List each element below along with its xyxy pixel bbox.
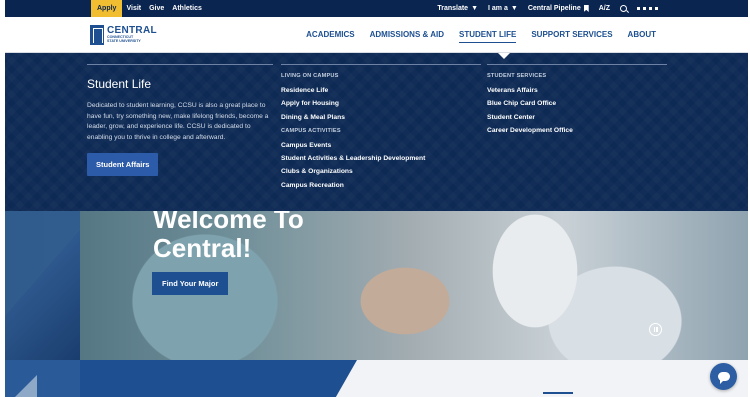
section-decor: [15, 375, 37, 397]
bookmark-icon: [583, 5, 589, 12]
translate-label: Translate: [437, 5, 469, 12]
caret-down-icon: ▼: [471, 5, 479, 12]
i-am-a-label: I am a: [488, 5, 508, 12]
give-link[interactable]: Give: [145, 0, 168, 17]
blue-chip-card-link[interactable]: Blue Chip Card Office: [487, 97, 573, 110]
mega-title: Student Life: [87, 77, 152, 91]
i-am-a-dropdown[interactable]: I am a ▼: [488, 5, 518, 12]
student-activities-link[interactable]: Student Activities & Leadership Developm…: [281, 152, 425, 165]
find-your-major-button[interactable]: Find Your Major: [152, 272, 229, 295]
logo-mark-icon: [90, 25, 104, 45]
mega-description: Dedicated to student learning, CCSU is a…: [87, 102, 269, 141]
clubs-organizations-link[interactable]: Clubs & Organizations: [281, 165, 425, 178]
campus-activities-heading: CAMPUS ACTIVITIES: [281, 127, 341, 134]
caret-down-icon: ▼: [510, 5, 518, 12]
student-life-mega-menu: Student Life Dedicated to student learni…: [5, 53, 748, 211]
logo-line2: STATE UNIVERSITY: [107, 39, 141, 43]
translate-dropdown[interactable]: Translate ▼: [437, 5, 478, 12]
section-decor: [543, 392, 573, 394]
student-services-heading: STUDENT SERVICES: [487, 73, 547, 79]
main-header: CENTRAL CONNECTICUT STATE UNIVERSITY ACA…: [5, 17, 748, 53]
grid-menu-button[interactable]: [637, 7, 658, 10]
veterans-affairs-link[interactable]: Veterans Affairs: [487, 84, 573, 97]
central-pipeline-label: Central Pipeline: [527, 5, 581, 12]
athletics-link[interactable]: Athletics: [168, 0, 206, 17]
nav-academics[interactable]: ACADEMICS: [306, 17, 354, 53]
utility-bar: Apply Visit Give Athletics Translate ▼ I…: [5, 0, 748, 17]
divider: [281, 64, 481, 65]
hero-title-line1: Welcome To: [153, 211, 304, 234]
nav-admissions-aid[interactable]: ADMISSIONS & AID: [370, 17, 444, 53]
page: Apply Visit Give Athletics Translate ▼ I…: [0, 0, 750, 397]
utility-tools: Translate ▼ I am a ▼ Central Pipeline A/…: [437, 0, 658, 17]
divider: [487, 64, 667, 65]
hero-photo: [5, 211, 748, 360]
grid-menu-icon: [637, 7, 658, 10]
hero-title-line2: Central!: [153, 233, 252, 263]
career-development-link[interactable]: Career Development Office: [487, 124, 573, 137]
ccsu-logo[interactable]: CENTRAL CONNECTICUT STATE UNIVERSITY: [90, 25, 157, 45]
pause-icon[interactable]: [649, 323, 662, 336]
chat-button[interactable]: [710, 363, 737, 390]
visit-link[interactable]: Visit: [122, 0, 145, 17]
search-button[interactable]: [620, 5, 627, 12]
search-icon: [620, 5, 627, 12]
mega-intro: Student Life Dedicated to student learni…: [87, 77, 272, 177]
hero-banner: Welcome To Central! Find Your Major: [5, 211, 748, 360]
nav-support-services[interactable]: SUPPORT SERVICES: [531, 17, 612, 53]
chat-icon: [717, 372, 730, 384]
campus-recreation-link[interactable]: Campus Recreation: [281, 179, 425, 192]
apply-for-housing-link[interactable]: Apply for Housing: [281, 97, 425, 110]
student-affairs-button[interactable]: Student Affairs: [87, 153, 159, 177]
living-on-campus-heading: LIVING ON CAMPUS: [281, 73, 339, 79]
central-pipeline-link[interactable]: Central Pipeline: [528, 5, 589, 12]
dining-meal-plans-link[interactable]: Dining & Meal Plans: [281, 111, 425, 124]
logo-text: CENTRAL CONNECTICUT STATE UNIVERSITY: [107, 26, 157, 43]
student-center-link[interactable]: Student Center: [487, 111, 573, 124]
campus-events-link[interactable]: Campus Events: [281, 139, 425, 152]
nav-about[interactable]: ABOUT: [628, 17, 656, 53]
next-section: [5, 360, 748, 397]
primary-nav: ACADEMICS ADMISSIONS & AID STUDENT LIFE …: [306, 17, 656, 53]
residence-life-link[interactable]: Residence Life: [281, 84, 425, 97]
mega-column-campus: LIVING ON CAMPUS Residence Life Apply fo…: [281, 73, 425, 192]
mega-column-services: STUDENT SERVICES Veterans Affairs Blue C…: [487, 73, 573, 137]
a-z-index-link[interactable]: A/Z: [599, 5, 610, 12]
hero-title: Welcome To Central!: [153, 211, 304, 263]
divider: [87, 64, 273, 65]
utility-links: Apply Visit Give Athletics: [91, 0, 206, 17]
nav-student-life[interactable]: STUDENT LIFE: [458, 17, 517, 53]
apply-link[interactable]: Apply: [91, 0, 123, 17]
menu-pointer: [498, 53, 510, 59]
